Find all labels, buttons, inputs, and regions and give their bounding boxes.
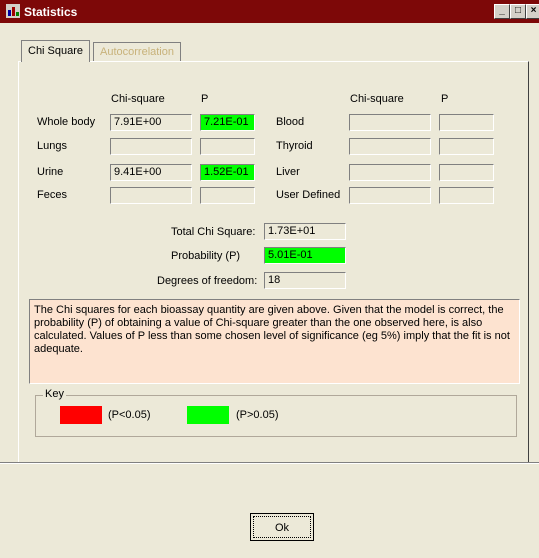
- key-label-significant: (P<0.05): [108, 409, 151, 421]
- blood-p-field: [439, 114, 494, 131]
- probability-field: 5.01E-01: [264, 247, 346, 264]
- key-title: Key: [43, 388, 66, 400]
- right-chi-header: Chi-square: [350, 93, 404, 105]
- row-label-whole-body: Whole body: [37, 116, 96, 128]
- liver-chi-field: [349, 164, 431, 181]
- title-bar: Statistics _ □ ×: [0, 0, 539, 23]
- window-title: Statistics: [24, 5, 78, 19]
- liver-p-field: [439, 164, 494, 181]
- tab-chi-square[interactable]: Chi Square: [21, 40, 91, 62]
- urine-chi-field: 9.41E+00: [110, 164, 192, 181]
- minimize-icon: _: [499, 5, 505, 16]
- row-label-thyroid: Thyroid: [276, 140, 313, 152]
- close-button[interactable]: ×: [526, 4, 539, 19]
- total-chi-label: Total Chi Square:: [171, 226, 256, 238]
- row-label-feces: Feces: [37, 189, 67, 201]
- whole-body-p-field: 7.21E-01: [200, 114, 255, 131]
- lungs-p-field: [200, 138, 255, 155]
- minimize-button[interactable]: _: [494, 4, 510, 19]
- user-defined-chi-field: [349, 187, 431, 204]
- row-label-blood: Blood: [276, 116, 305, 128]
- dof-label: Degrees of freedom:: [157, 275, 258, 287]
- row-label-urine: Urine: [37, 166, 64, 178]
- app-icon: [6, 4, 20, 18]
- description-box: The Chi squares for each bioassay quanti…: [29, 299, 520, 384]
- blood-chi-field: [349, 114, 431, 131]
- ok-button[interactable]: Ok: [250, 513, 314, 541]
- separator-highlight: [0, 463, 539, 464]
- urine-p-field: 1.52E-01: [200, 164, 255, 181]
- ok-button-label: Ok: [253, 516, 311, 538]
- feces-chi-field: [110, 187, 192, 204]
- tab-autocorrelation[interactable]: Autocorrelation: [93, 42, 181, 61]
- row-label-lungs: Lungs: [37, 140, 67, 152]
- total-chi-field: 1.73E+01: [264, 223, 346, 240]
- close-icon: ×: [530, 5, 537, 16]
- thyroid-chi-field: [349, 138, 431, 155]
- key-swatch-red: [60, 406, 102, 424]
- maximize-icon: □: [514, 5, 522, 16]
- thyroid-p-field: [439, 138, 494, 155]
- row-label-liver: Liver: [276, 166, 300, 178]
- row-label-user-defined: User Defined: [276, 189, 341, 201]
- left-p-header: P: [201, 93, 209, 105]
- key-swatch-green: [187, 406, 229, 424]
- user-defined-p-field: [439, 187, 494, 204]
- probability-label: Probability (P): [171, 250, 241, 262]
- feces-p-field: [200, 187, 255, 204]
- whole-body-chi-field: 7.91E+00: [110, 114, 192, 131]
- maximize-button[interactable]: □: [510, 4, 526, 19]
- lungs-chi-field: [110, 138, 192, 155]
- right-p-header: P: [441, 93, 449, 105]
- dof-field: 18: [264, 272, 346, 289]
- key-label-not-significant: (P>0.05): [236, 409, 279, 421]
- left-chi-header: Chi-square: [111, 93, 165, 105]
